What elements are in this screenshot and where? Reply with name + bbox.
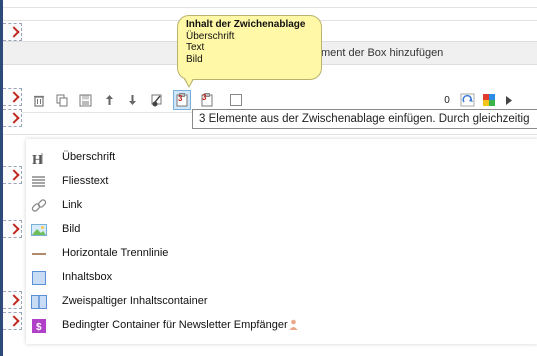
arrow-down-icon[interactable] xyxy=(126,92,138,108)
menu-item-label: Überschrift xyxy=(62,151,116,163)
person-icon xyxy=(289,319,298,333)
menu-item-label: Fliesstext xyxy=(62,175,109,187)
two-column-icon xyxy=(31,294,47,310)
svg-text:$: $ xyxy=(36,322,42,333)
row-expander[interactable] xyxy=(3,23,22,41)
menu-item-zweispaltig[interactable]: Zweispaltiger Inhaltscontainer xyxy=(26,290,537,314)
chevron-right-icon xyxy=(8,169,20,181)
chevron-right-icon xyxy=(8,315,20,327)
save-icon[interactable] xyxy=(78,92,92,108)
menu-item-label: Bild xyxy=(62,223,81,235)
row-divider xyxy=(3,134,537,135)
text-lines-icon xyxy=(31,174,47,190)
tooltip-text: 3 Elemente aus der Zwischenablage einfüg… xyxy=(199,113,530,125)
insert-element-menu: H Überschrift Fliesstext Link Bild Horiz… xyxy=(26,139,537,344)
chevron-right-icon xyxy=(8,294,20,306)
menu-item-label: Bedingter Container für Newsletter Empfä… xyxy=(62,319,288,331)
svg-text:H: H xyxy=(32,153,43,166)
menu-item-ueberschrift[interactable]: H Überschrift xyxy=(26,146,537,170)
menu-item-label: Inhaltsbox xyxy=(62,271,113,283)
row-expander[interactable] xyxy=(3,88,22,106)
menu-item-label: Link xyxy=(62,199,83,211)
menu-item-label: Horizontale Trennlinie xyxy=(62,247,169,259)
refresh-icon[interactable] xyxy=(459,92,475,108)
conditional-dollar-icon: $ xyxy=(31,318,47,334)
clipboard-item: Text xyxy=(186,42,205,53)
chevron-right-icon xyxy=(8,91,20,103)
bubble-tail-fill xyxy=(185,78,193,86)
menu-item-bedingter-container[interactable]: $ Bedingter Container für Newsletter Emp… xyxy=(26,314,537,338)
cut-icon[interactable] xyxy=(150,92,164,108)
image-icon xyxy=(31,222,47,238)
menu-item-bild[interactable]: Bild xyxy=(26,218,537,242)
link-icon xyxy=(31,198,47,214)
copy-icon[interactable] xyxy=(55,92,69,108)
arrow-up-icon[interactable] xyxy=(103,92,115,108)
row-expander[interactable] xyxy=(3,166,22,184)
paste-count: 3 xyxy=(178,94,183,103)
chevron-right-icon xyxy=(8,223,20,235)
color-grid-icon[interactable] xyxy=(482,92,496,108)
row-expander[interactable] xyxy=(3,291,22,309)
row-expander[interactable] xyxy=(3,220,22,238)
menu-item-link[interactable]: Link xyxy=(26,194,537,218)
row-expander[interactable] xyxy=(3,312,22,330)
box-icon xyxy=(31,270,47,286)
paste-alt-icon[interactable]: 3 xyxy=(198,92,216,108)
paste-icon[interactable]: 3 xyxy=(173,90,191,110)
menu-item-inhaltsbox[interactable]: Inhaltsbox xyxy=(26,266,537,290)
horizontal-line-icon xyxy=(31,246,47,262)
clipboard-title: Inhalt der Zwichenablage xyxy=(186,19,306,30)
menu-item-trennlinie[interactable]: Horizontale Trennlinie xyxy=(26,242,537,266)
clipboard-item: Überschrift xyxy=(186,30,235,42)
paste-alt-count: 3 xyxy=(202,93,207,102)
checkbox-icon[interactable] xyxy=(230,92,242,108)
counter-badge: 0 xyxy=(440,92,454,108)
clipboard-content-bubble: Inhalt der Zwichenablage Überschrift Tex… xyxy=(177,15,322,88)
row-expander[interactable] xyxy=(3,109,22,127)
menu-item-label: Zweispaltiger Inhaltscontainer xyxy=(62,295,208,307)
paste-tooltip: 3 Elemente aus der Zwischenablage einfüg… xyxy=(192,109,537,129)
trash-icon[interactable] xyxy=(32,92,46,108)
chevron-right-icon xyxy=(8,26,20,38)
add-element-hint: ment der Box hinzufügen xyxy=(321,47,444,59)
triangle-right-icon[interactable] xyxy=(504,92,514,108)
row-divider xyxy=(3,7,537,8)
counter-value: 0 xyxy=(444,94,450,106)
chevron-right-icon xyxy=(8,112,20,124)
clipboard-item: Bild xyxy=(186,53,203,65)
menu-item-fliesstext[interactable]: Fliesstext xyxy=(26,170,537,194)
heading-icon: H xyxy=(31,150,47,168)
